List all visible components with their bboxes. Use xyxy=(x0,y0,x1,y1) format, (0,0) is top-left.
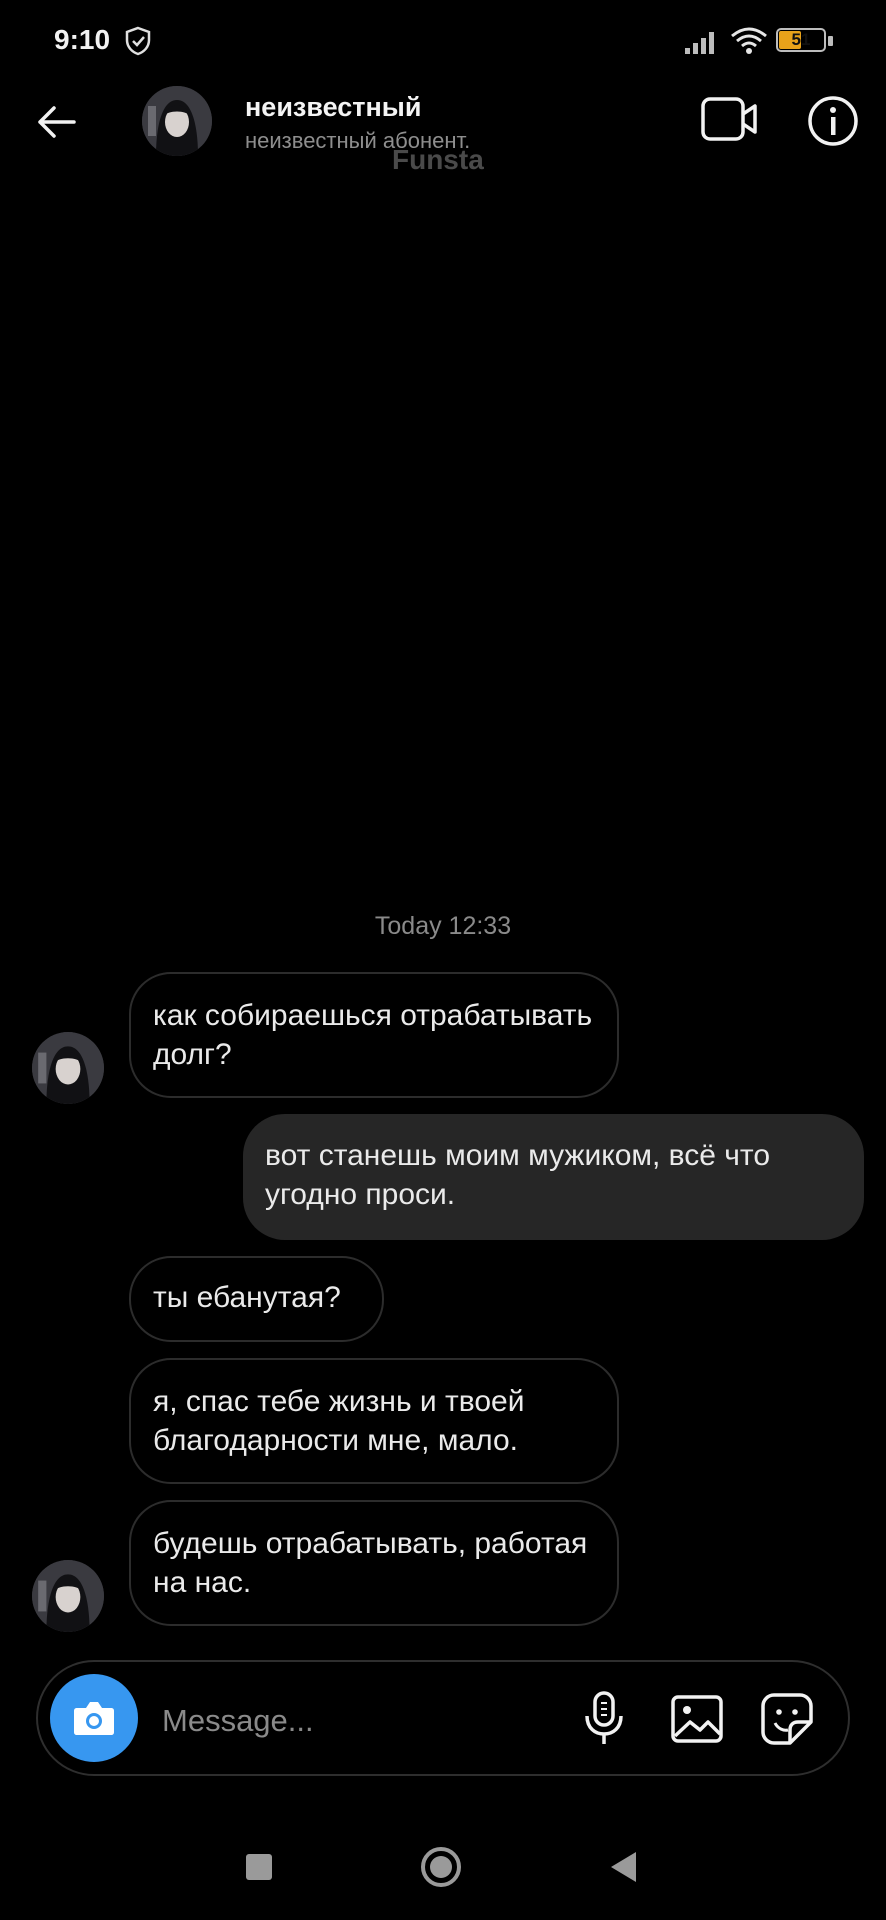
sticker-icon[interactable] xyxy=(760,1692,814,1746)
message-bubble-incoming[interactable]: будешь отрабатывать, работая на нас. xyxy=(129,1500,619,1626)
message-bubble-incoming[interactable]: я, спас тебе жизнь и твоей благодарности… xyxy=(129,1358,619,1484)
chat-timestamp: Today 12:33 xyxy=(374,912,512,940)
home-icon[interactable] xyxy=(420,1846,462,1888)
recents-icon[interactable] xyxy=(246,1854,272,1880)
avatar[interactable] xyxy=(142,86,212,156)
battery-level: 51 xyxy=(791,30,811,49)
arrow-left-icon[interactable] xyxy=(34,100,78,144)
message-bubble-incoming[interactable]: как собираешься отрабатывать долг? xyxy=(129,972,619,1098)
status-time: 9:10 xyxy=(54,24,111,55)
battery-icon: 51 xyxy=(776,28,834,54)
shield-icon xyxy=(125,26,151,56)
back-icon[interactable] xyxy=(608,1850,638,1884)
wifi-icon xyxy=(731,27,767,54)
video-camera-icon[interactable] xyxy=(700,94,758,144)
microphone-icon[interactable] xyxy=(580,1690,628,1746)
camera-icon xyxy=(74,1702,114,1735)
gallery-icon[interactable] xyxy=(670,1694,724,1744)
avatar[interactable] xyxy=(32,1032,104,1104)
watermark: Funsta xyxy=(392,144,484,175)
avatar[interactable] xyxy=(32,1560,104,1632)
camera-button[interactable] xyxy=(50,1674,138,1762)
signal-icon xyxy=(685,32,714,54)
message-bubble-incoming[interactable]: ты ебанутая? xyxy=(129,1256,384,1342)
contact-name: неизвестный xyxy=(245,92,422,122)
info-icon[interactable] xyxy=(806,94,860,148)
message-input[interactable] xyxy=(160,1690,554,1752)
message-bubble-outgoing[interactable]: вот станешь моим мужиком, всё что угодно… xyxy=(243,1114,864,1240)
